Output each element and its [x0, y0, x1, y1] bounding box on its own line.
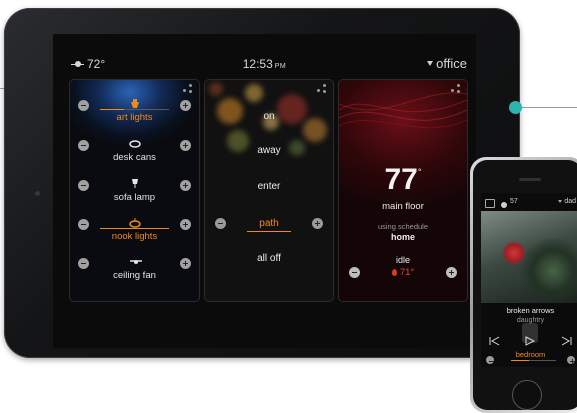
spotlight-icon — [129, 96, 141, 108]
sun-icon — [501, 202, 507, 208]
degree-symbol: ° — [417, 167, 422, 177]
scene-item[interactable]: enter — [205, 181, 333, 192]
tablet-camera — [35, 191, 40, 196]
thermostat-zone: main floor — [382, 201, 424, 212]
dropdown-triangle-icon — [427, 61, 434, 66]
volume-down-button[interactable] — [486, 356, 494, 364]
light-increase-button[interactable] — [180, 219, 191, 230]
active-scene-underline — [247, 231, 291, 232]
thermostat-panel: 77° main floor using schedule home idle … — [338, 79, 468, 302]
volume-slider[interactable] — [511, 360, 556, 361]
light-level-track[interactable] — [100, 228, 169, 229]
tablet-screen: 72° 12:53 PM office art lights desk cans so… — [53, 34, 476, 348]
track-title: broken arrows — [506, 306, 555, 315]
light-row[interactable]: ceiling fan — [70, 254, 199, 288]
previous-track-icon[interactable] — [489, 336, 501, 346]
light-level-fill — [100, 109, 125, 110]
phone-speaker — [519, 178, 541, 181]
current-temperature: 77° — [384, 163, 422, 196]
can-light-icon — [129, 136, 141, 148]
setpoint-increase-button[interactable] — [446, 267, 457, 278]
light-level-fill — [100, 228, 169, 229]
volume-up-button[interactable] — [567, 356, 575, 364]
scene-item[interactable]: all off — [205, 253, 333, 264]
next-track-icon[interactable] — [560, 336, 572, 346]
light-increase-button[interactable] — [180, 140, 191, 151]
light-increase-button[interactable] — [180, 180, 191, 191]
tablet-device: 72° 12:53 PM office art lights desk cans so… — [4, 8, 520, 358]
light-label: art lights — [116, 112, 153, 123]
panel-options-icon[interactable] — [451, 84, 461, 93]
phone-screen: 57 dad broken arrows daughtry bedroom — [481, 193, 577, 367]
top-bar: 72° 12:53 PM office — [53, 34, 476, 74]
heat-waves-graphic — [339, 92, 467, 129]
light-row[interactable]: nook lights — [70, 215, 199, 249]
light-decrease-button[interactable] — [78, 258, 89, 269]
light-increase-button[interactable] — [180, 100, 191, 111]
light-increase-button[interactable] — [180, 258, 191, 269]
light-label: sofa lamp — [113, 192, 156, 203]
hvac-status: idle — [395, 255, 410, 265]
pendant-light-icon — [129, 215, 141, 228]
phone-location-selector[interactable]: dad — [558, 198, 576, 205]
scenes-panel: on away enter path all off — [204, 79, 334, 302]
light-row[interactable]: sofa lamp — [70, 176, 199, 210]
phone-outdoor-temperature: 57 — [510, 198, 518, 205]
panel-options-icon[interactable] — [317, 84, 327, 93]
callout-line-right — [520, 107, 577, 108]
location-selector[interactable]: office — [427, 56, 467, 71]
scene-increase-button[interactable] — [312, 218, 323, 229]
schedule-label: using schedule — [377, 222, 429, 231]
location-label: office — [436, 56, 467, 71]
light-decrease-button[interactable] — [78, 140, 89, 151]
menu-grid-icon[interactable] — [485, 199, 495, 208]
scene-item[interactable]: on — [205, 111, 333, 122]
panel-options-icon[interactable] — [183, 84, 193, 93]
light-decrease-button[interactable] — [78, 180, 89, 191]
room-label[interactable]: bedroom — [481, 350, 577, 359]
light-label: ceiling fan — [113, 270, 156, 281]
light-decrease-button[interactable] — [78, 219, 89, 230]
home-button[interactable] — [512, 380, 542, 410]
clock-time: 12:53 — [242, 57, 273, 71]
flame-icon — [391, 269, 397, 276]
fan-icon — [129, 254, 142, 264]
dropdown-triangle-icon — [558, 200, 563, 203]
clock-ampm: PM — [274, 63, 287, 70]
phone-body: 57 dad broken arrows daughtry bedroom — [473, 160, 577, 410]
clock: 12:53 PM — [53, 57, 476, 71]
scene-decrease-button[interactable] — [215, 218, 226, 229]
light-row[interactable]: art lights — [70, 96, 199, 130]
light-level-track[interactable] — [100, 109, 169, 110]
light-label: nook lights — [111, 231, 158, 242]
light-decrease-button[interactable] — [78, 100, 89, 111]
play-icon[interactable] — [525, 336, 535, 346]
lamp-icon — [129, 176, 141, 188]
lights-panel: art lights desk cans sofa lamp nook lights c… — [69, 79, 200, 302]
setpoint-decrease-button[interactable] — [349, 267, 360, 278]
album-art — [481, 211, 577, 303]
light-row[interactable]: desk cans — [70, 136, 199, 170]
phone-device: 57 dad broken arrows daughtry bedroom — [470, 157, 577, 413]
light-label: desk cans — [113, 152, 156, 163]
scene-item[interactable]: away — [205, 145, 333, 156]
schedule-name: home — [390, 232, 415, 242]
callout-dot-right — [509, 101, 522, 114]
